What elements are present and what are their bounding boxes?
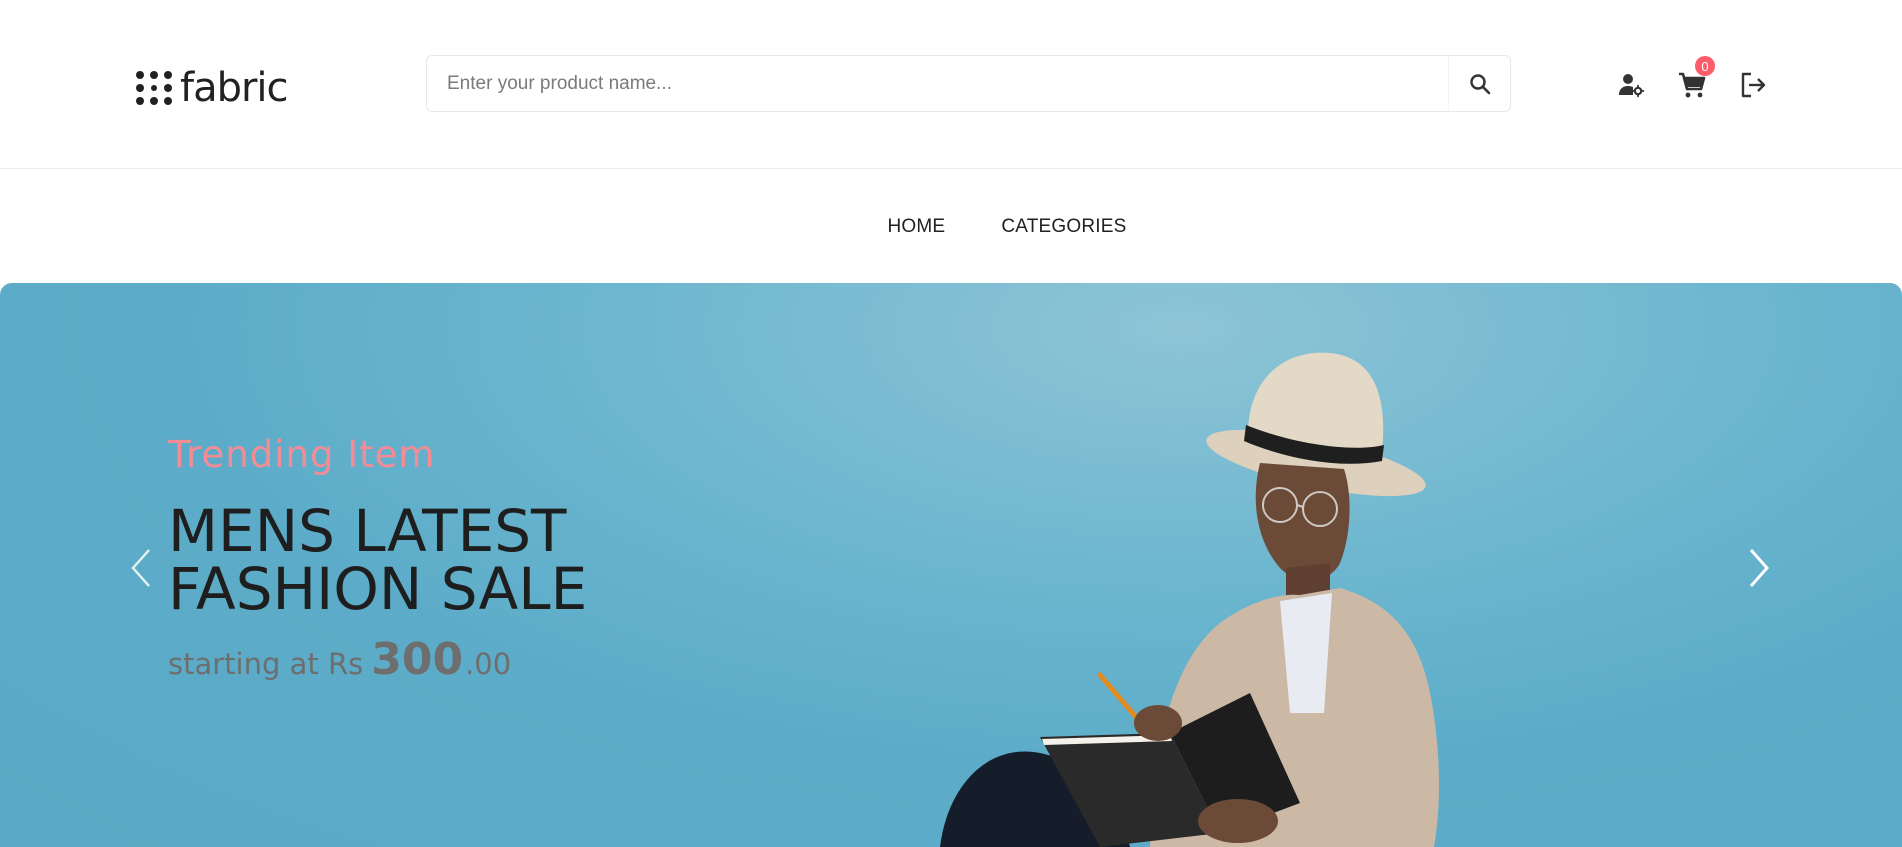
main-nav: HOME CATEGORIES (0, 170, 1902, 283)
carousel-prev-button[interactable] (124, 543, 158, 593)
search-bar (426, 55, 1511, 112)
logout-icon (1741, 72, 1766, 98)
search-input[interactable] (427, 56, 1448, 111)
cart-count-badge: 0 (1695, 56, 1715, 76)
logo[interactable]: fabric (136, 65, 289, 111)
account-settings-button[interactable] (1614, 68, 1648, 102)
cart-button[interactable]: 0 (1675, 56, 1715, 102)
search-icon (1469, 73, 1490, 94)
site-header: fabric Enter your product name... 0 (0, 0, 1902, 169)
hero-title-line-1: MENS LATEST (168, 497, 567, 565)
price-main: 300 (371, 634, 464, 685)
hero-model-image (940, 352, 1439, 847)
price-cents: .00 (465, 647, 512, 681)
nav-item-home[interactable]: HOME (888, 216, 946, 238)
header-actions: 0 (1614, 56, 1797, 102)
logo-text: fabric (180, 65, 289, 111)
chevron-left-icon (131, 549, 150, 587)
carousel-next-button[interactable] (1742, 543, 1776, 593)
search-button[interactable] (1448, 56, 1510, 111)
price-prefix: starting at Rs (168, 647, 364, 681)
hero-price: starting at Rs 300 .00 (168, 634, 587, 685)
chevron-right-icon (1749, 549, 1770, 587)
hero-title: MENS LATEST FASHION SALE (168, 502, 587, 618)
user-settings-icon (1619, 74, 1645, 98)
hero-title-line-2: FASHION SALE (168, 555, 588, 623)
hero-tag: Trending Item (168, 433, 436, 476)
logout-button[interactable] (1736, 68, 1770, 102)
hero-content: Trending Item MENS LATEST FASHION SALE s… (168, 433, 587, 685)
nav-item-categories[interactable]: CATEGORIES (1001, 216, 1126, 238)
hero-banner: Trending Item MENS LATEST FASHION SALE s… (0, 283, 1902, 847)
logo-mark-icon (136, 71, 172, 105)
